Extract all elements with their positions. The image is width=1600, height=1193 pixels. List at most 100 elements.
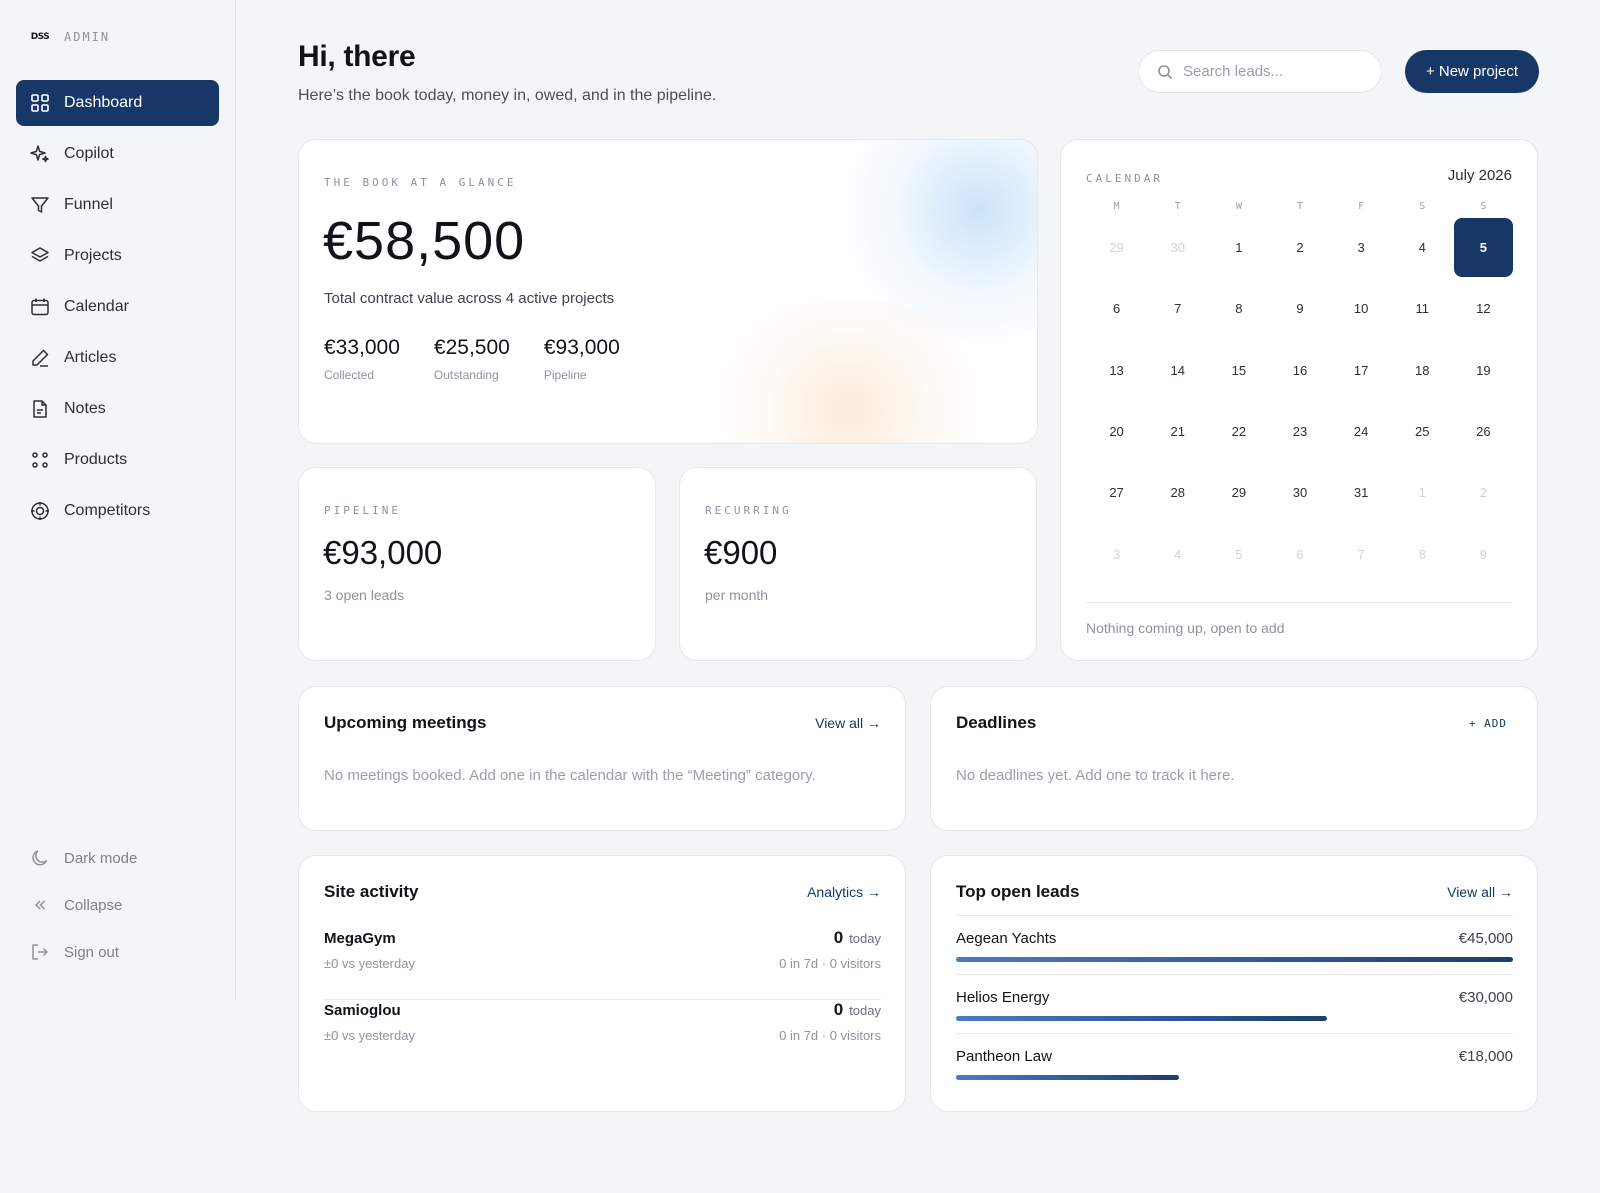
sidebar-item-label: Funnel [64,196,113,213]
sidebar-item-articles[interactable]: Articles [16,335,219,381]
calendar-day[interactable]: 29 [1086,217,1147,278]
recurring-value: €900 [704,534,778,571]
calendar-day[interactable]: 27 [1086,462,1147,523]
sidebar-item-dashboard[interactable]: Dashboard [16,80,219,126]
sidebar-item-label: Articles [64,349,117,366]
calendar-day[interactable]: 21 [1147,401,1208,462]
lead-name: Aegean Yachts [956,930,1057,947]
day-number: 13 [1109,362,1124,378]
search-input[interactable] [1183,63,1373,80]
calendar-day[interactable]: 4 [1147,523,1208,584]
calendar-day[interactable]: 6 [1269,523,1330,584]
moon-icon [32,850,48,866]
calendar-day[interactable]: 2 [1269,217,1330,278]
site-delta: ±0 vs yesterday [324,956,415,971]
sidebar-item-label: Notes [64,400,106,417]
collapse-button[interactable]: Collapse [16,884,219,926]
calendar-day-today[interactable]: 5 [1453,217,1514,278]
calendar-day[interactable]: 20 [1086,401,1147,462]
calendar-day[interactable]: 10 [1331,278,1392,339]
day-number: 14 [1170,362,1185,378]
calendar-icon [31,298,49,316]
dark-mode-toggle[interactable]: Dark mode [16,837,219,879]
calendar-day[interactable]: 23 [1269,401,1330,462]
stat-pipeline: €93,000 Pipeline [544,336,620,382]
calendar-day[interactable]: 17 [1331,340,1392,401]
day-number: 3 [1357,240,1365,256]
calendar-day[interactable]: 15 [1208,340,1269,401]
sidebar-item-calendar[interactable]: Calendar [16,284,219,330]
calendar-day[interactable]: 8 [1208,278,1269,339]
top-leads-card: Top open leads View all → Aegean Yachts … [930,855,1538,1112]
sidebar-item-notes[interactable]: Notes [16,386,219,432]
pipeline-card[interactable]: PIPELINE €93,000 3 open leads [298,467,656,661]
site-meta: 0 in 7d · 0 visitors [779,956,881,971]
calendar-day[interactable]: 12 [1453,278,1514,339]
calendar-day[interactable]: 30 [1269,462,1330,523]
list-item[interactable]: Aegean Yachts €45,000 [956,915,1513,974]
list-item[interactable]: MegaGym ±0 vs yesterday 0 today 0 in 7d ·… [324,928,881,1000]
calendar-day[interactable]: 28 [1147,462,1208,523]
calendar-day[interactable]: 7 [1147,278,1208,339]
sign-out-button[interactable]: Sign out [16,931,219,973]
day-number: 21 [1170,424,1185,440]
main-nav: Dashboard Copilot Funnel Projects Calend… [16,80,219,539]
pipeline-label: PIPELINE [324,504,401,517]
day-number: 31 [1353,485,1369,501]
calendar-day[interactable]: 2 [1453,462,1514,523]
sidebar-item-projects[interactable]: Projects [16,233,219,279]
add-deadline-button[interactable]: + ADD [1469,717,1507,730]
calendar-day[interactable]: 19 [1453,340,1514,401]
sidebar-item-label: Products [64,451,128,468]
day-number: 11 [1415,301,1430,317]
calendar-day[interactable]: 14 [1147,340,1208,401]
calendar-day[interactable]: 7 [1331,523,1392,584]
recurring-card[interactable]: RECURRING €900 per month [679,467,1037,661]
sidebar-item-competitors[interactable]: Competitors [16,488,219,534]
day-number: 3 [1112,546,1121,562]
calendar-day[interactable]: 22 [1208,401,1269,462]
calendar-day[interactable]: 3 [1086,523,1147,584]
search-box[interactable] [1138,50,1382,93]
sidebar-item-funnel[interactable]: Funnel [16,182,219,228]
calendar-day[interactable]: 16 [1269,340,1330,401]
calendar-day[interactable]: 9 [1453,523,1514,584]
calendar-day[interactable]: 1 [1392,462,1453,523]
analytics-link[interactable]: Analytics → [807,884,881,900]
calendar-day[interactable]: 30 [1147,217,1208,278]
calendar-day[interactable]: 25 [1392,401,1453,462]
calendar-day[interactable]: 31 [1331,462,1392,523]
calendar-day[interactable]: 3 [1331,217,1392,278]
day-number: 1 [1418,485,1426,501]
meetings-view-all-link[interactable]: View all → [815,715,881,731]
leads-view-all-link[interactable]: View all → [1447,884,1513,900]
day-number: 30 [1292,485,1308,501]
calendar-day[interactable]: 6 [1086,278,1147,339]
calendar-day[interactable]: 1 [1208,217,1269,278]
new-project-button[interactable]: + New project [1405,50,1539,93]
sidebar-item-products[interactable]: Products [16,437,219,483]
lead-value: €45,000 [1458,930,1513,947]
brand-label: ADMIN [64,30,111,44]
calendar-day[interactable]: 29 [1208,462,1269,523]
calendar-day[interactable]: 9 [1269,278,1330,339]
day-number: 17 [1353,362,1369,378]
calendar-day[interactable]: 26 [1453,401,1514,462]
list-item[interactable]: Samioglou ±0 vs yesterday 0 today 0 in 7d… [324,1000,881,1072]
list-item[interactable]: Helios Energy €30,000 [956,974,1513,1033]
calendar-day[interactable]: 18 [1392,340,1453,401]
site-meta: 0 in 7d · 0 visitors [779,1028,881,1043]
calendar-day[interactable]: 13 [1086,340,1147,401]
day-number: 22 [1231,424,1247,440]
calendar-day[interactable]: 8 [1392,523,1453,584]
calendar-day[interactable]: 11 [1392,278,1453,339]
day-number: 9 [1479,546,1488,562]
calendar-day[interactable]: 24 [1331,401,1392,462]
brand[interactable]: DSS ADMIN [26,26,110,48]
day-number: 29 [1109,240,1124,256]
calendar-day[interactable]: 4 [1392,217,1453,278]
day-number: 18 [1415,362,1430,378]
list-item[interactable]: Pantheon Law €18,000 [956,1033,1513,1092]
calendar-day[interactable]: 5 [1208,523,1269,584]
sidebar-item-copilot[interactable]: Copilot [16,131,219,177]
